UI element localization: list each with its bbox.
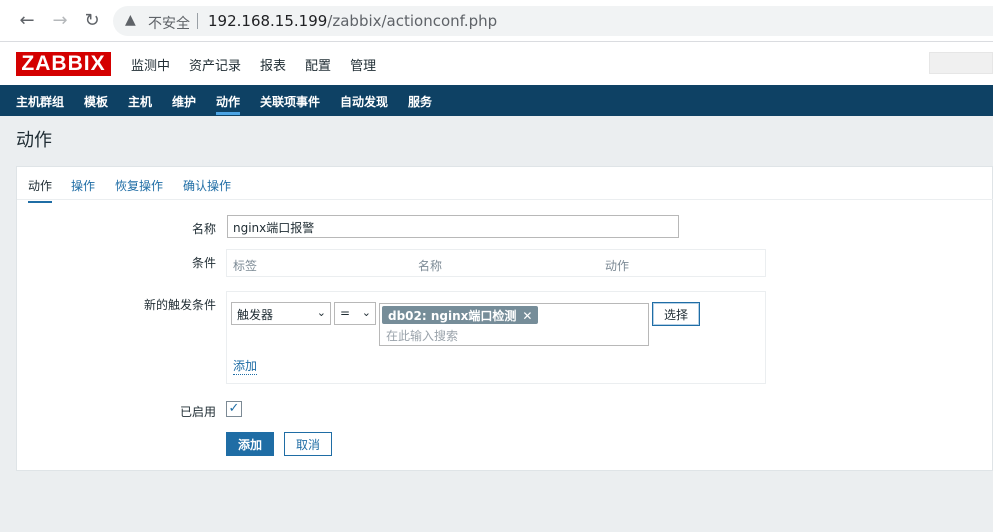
insecure-label: 不安全	[148, 16, 190, 32]
browser-toolbar: ← → ↻ ▲ 不安全 192.168.15.199/zabbix/action…	[0, 0, 993, 42]
remove-chip-icon[interactable]: ✕	[522, 309, 532, 323]
select-button[interactable]: 选择	[652, 302, 700, 326]
subnav-actions[interactable]: 动作	[216, 93, 241, 115]
address-separator	[197, 13, 198, 29]
menu-administration[interactable]: 管理	[350, 55, 376, 74]
url-text[interactable]: 192.168.15.199/zabbix/actionconf.php	[208, 12, 497, 30]
url-host: 192.168.15.199	[208, 12, 328, 30]
enabled-label: 已启用	[179, 405, 216, 419]
add-button[interactable]: 添加	[226, 432, 274, 456]
menu-configuration[interactable]: 配置	[305, 55, 331, 74]
conditions-label: 条件	[191, 256, 216, 270]
menu-monitoring[interactable]: 监测中	[131, 55, 170, 74]
conditions-table: 标签 名称 动作	[226, 249, 766, 277]
conditions-col-label: 标签	[233, 259, 258, 273]
condition-operator-value: =	[340, 306, 351, 320]
chevron-down-icon: ⌄	[361, 306, 371, 319]
tab-action[interactable]: 动作	[28, 177, 53, 203]
tab-bar: 动作 操作 恢复操作 确认操作	[17, 167, 993, 203]
forward-icon[interactable]: →	[50, 11, 70, 31]
zabbix-logo[interactable]: ZABBIX	[16, 52, 111, 76]
menu-inventory[interactable]: 资产记录	[189, 55, 241, 74]
trigger-multiselect[interactable]: db02: nginx端口检测 ✕ 在此输入搜索	[379, 303, 649, 346]
header-search-input[interactable]	[929, 52, 993, 74]
reload-icon[interactable]: ↻	[82, 11, 102, 31]
tab-operations[interactable]: 操作	[71, 177, 95, 194]
condition-type-select[interactable]: 触发器 ⌄	[231, 302, 331, 325]
name-field[interactable]: nginx端口报警	[227, 215, 679, 238]
subnav-discovery[interactable]: 自动发现	[340, 93, 388, 110]
chip-label: db02: nginx端口检测	[388, 309, 517, 323]
condition-type-value: 触发器	[237, 308, 274, 322]
subnav-event-correlation[interactable]: 关联项事件	[260, 93, 320, 110]
conditions-col-name: 名称	[418, 259, 443, 273]
tab-ack-operations[interactable]: 确认操作	[183, 177, 231, 194]
subnav-maintenance[interactable]: 维护	[172, 93, 196, 110]
chevron-down-icon: ⌄	[316, 306, 326, 319]
app-header: ZABBIX 监测中 资产记录 报表 配置 管理	[0, 42, 993, 85]
conditions-col-action: 动作	[605, 259, 630, 273]
back-icon[interactable]: ←	[17, 11, 37, 31]
url-path: /zabbix/actionconf.php	[327, 12, 498, 30]
enabled-checkbox[interactable]: ✓	[226, 401, 242, 417]
cancel-button[interactable]: 取消	[284, 432, 332, 456]
tab-recovery-operations[interactable]: 恢复操作	[115, 177, 163, 194]
sub-navigation: 主机群组 模板 主机 维护 动作 关联项事件 自动发现 服务	[0, 85, 993, 116]
condition-operator-select[interactable]: = ⌄	[334, 302, 376, 325]
selected-trigger-chip: db02: nginx端口检测 ✕	[382, 306, 539, 324]
checkmark-icon: ✓	[228, 401, 240, 416]
menu-reports[interactable]: 报表	[260, 55, 286, 74]
search-placeholder[interactable]: 在此输入搜索	[386, 327, 458, 344]
address-bar[interactable]: ▲ 不安全 192.168.15.199/zabbix/actionconf.p…	[113, 6, 993, 36]
main-menu: 监测中 资产记录 报表 配置 管理	[131, 55, 395, 74]
warning-triangle-icon: ▲	[125, 12, 136, 28]
add-condition-link[interactable]: 添加	[233, 357, 258, 375]
name-label: 名称	[191, 222, 216, 236]
new-condition-label: 新的触发条件	[143, 298, 216, 312]
subnav-templates[interactable]: 模板	[84, 93, 108, 110]
subnav-hosts[interactable]: 主机	[128, 93, 152, 110]
subnav-services[interactable]: 服务	[408, 93, 432, 110]
page-title: 动作	[16, 130, 52, 151]
subnav-host-groups[interactable]: 主机群组	[16, 93, 64, 110]
